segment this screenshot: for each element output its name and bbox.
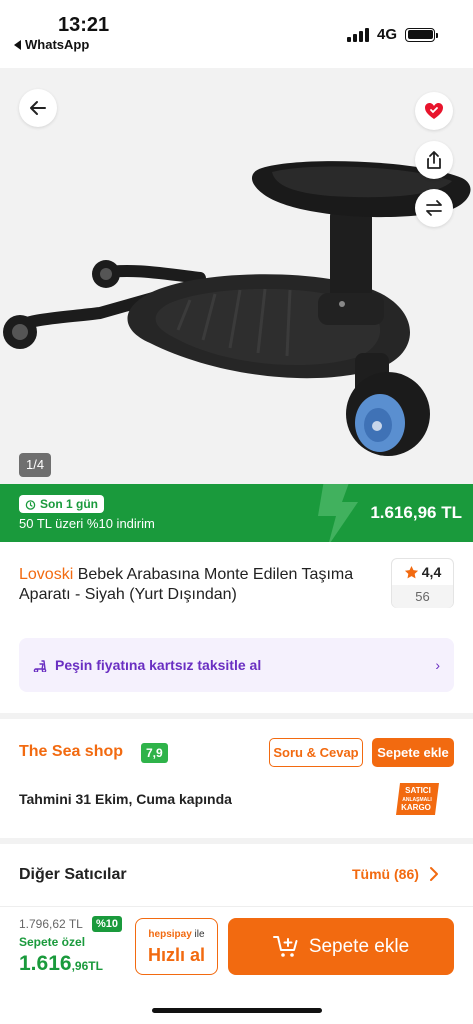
hepsipay-logo: hepsipay ile — [148, 929, 205, 940]
compare-icon — [426, 200, 442, 216]
back-triangle-icon — [14, 39, 21, 50]
compare-button[interactable] — [415, 189, 453, 227]
chevron-right-icon: › — [435, 657, 440, 673]
deal-tag-label: Son 1 gün — [40, 497, 98, 511]
seller-name[interactable]: The Sea shop — [19, 743, 123, 761]
cargo-line1: SATICI — [405, 786, 431, 795]
quick-buy-button[interactable]: hepsipay ile Hızlı al — [135, 918, 218, 975]
cart-add-icon — [272, 935, 298, 957]
status-time: 13:21 — [58, 14, 110, 36]
installment-banner[interactable]: Peşin fiyatına kartsız taksitle al › — [19, 638, 454, 692]
final-price: 1.616,96TL — [19, 952, 103, 976]
network-type: 4G — [376, 26, 397, 43]
deal-price: 1.616,96 TL — [370, 503, 462, 522]
deal-tag: Son 1 gün — [19, 495, 104, 513]
cart-special-label: Sepete özel — [19, 935, 86, 949]
seller-add-to-cart-button[interactable]: Sepete ekle — [372, 738, 454, 767]
other-sellers-all-link[interactable]: Tümü (86) — [352, 866, 439, 882]
status-bar: 13:21 WhatsApp 4G — [0, 0, 473, 68]
share-icon — [427, 151, 441, 169]
image-pager: 1/4 — [19, 453, 52, 477]
back-to-app-link[interactable]: WhatsApp — [14, 37, 89, 52]
battery-icon — [405, 27, 438, 42]
heart-icon — [425, 103, 443, 119]
product-title: Lovoski Bebek Arabasına Monte Edilen Taş… — [19, 565, 369, 605]
home-indicator — [152, 1008, 322, 1013]
discount-badge: %10 — [92, 916, 123, 932]
seller-cargo-badge: SATICI ANLAŞMALI KARGO — [396, 783, 439, 815]
signal-icon — [346, 27, 369, 42]
quick-buy-label: Hızlı al — [147, 945, 205, 965]
timer-icon — [25, 499, 36, 510]
rating-box[interactable]: 4,4 56 — [391, 558, 454, 608]
final-price-main: 1.616 — [19, 952, 72, 975]
chevron-right-icon — [429, 867, 438, 881]
deal-subtitle: 50 TL üzeri %10 indirim — [19, 516, 155, 531]
scooter-icon — [33, 660, 47, 672]
section-divider — [0, 713, 473, 719]
status-indicators: 4G — [346, 26, 438, 43]
back-button[interactable] — [19, 89, 57, 127]
rating-value: 4,4 — [421, 564, 442, 580]
add-to-cart-button[interactable]: Sepete ekle — [228, 918, 454, 975]
share-button[interactable] — [415, 141, 453, 179]
deal-banner: Son 1 gün 50 TL üzeri %10 indirim 1.616,… — [0, 484, 473, 542]
final-price-rest: ,96TL — [71, 959, 103, 973]
cargo-line3: KARGO — [401, 803, 431, 812]
delivery-estimate: Tahmini 31 Ekim, Cuma kapında — [19, 791, 232, 807]
lightning-icon — [318, 484, 358, 542]
installment-text: Peşin fiyatına kartsız taksitle al — [55, 657, 262, 673]
section-divider — [0, 838, 473, 844]
product-image — [3, 161, 471, 456]
back-app-label: WhatsApp — [25, 37, 90, 52]
old-price: 1.796,62 TL — [19, 917, 83, 931]
product-gallery[interactable]: 1/4 — [0, 68, 473, 484]
all-sellers-label: Tümü (86) — [352, 866, 419, 882]
favorite-button[interactable] — [415, 92, 453, 130]
qa-button[interactable]: Soru & Cevap — [269, 738, 363, 767]
arrow-left-icon — [30, 101, 46, 115]
seller-score-badge: 7,9 — [141, 743, 168, 763]
review-count: 56 — [392, 585, 453, 608]
star-icon — [404, 565, 418, 578]
other-sellers-title: Diğer Satıcılar — [19, 866, 127, 883]
bottom-purchase-bar: 1.796,62 TL %10 Sepete özel 1.616,96TL h… — [0, 906, 473, 1024]
add-to-cart-label: Sepete ekle — [308, 935, 410, 957]
brand-link[interactable]: Lovoski — [19, 566, 73, 583]
